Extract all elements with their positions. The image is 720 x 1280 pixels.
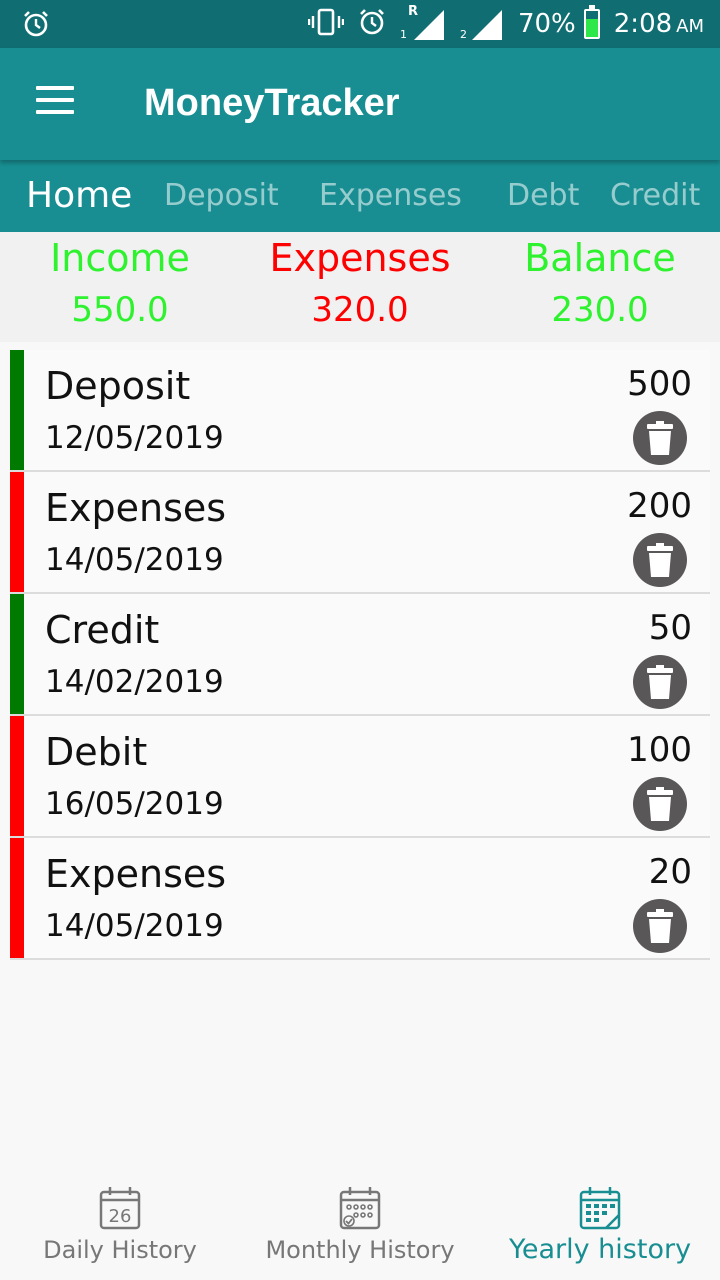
- battery-percent: 70%: [517, 9, 576, 39]
- balance-label: Balance: [524, 236, 676, 280]
- expenses-value: 320.0: [311, 290, 409, 330]
- tab-expenses[interactable]: Expenses: [319, 160, 462, 232]
- transaction-row[interactable]: Debit 16/05/2019 100: [10, 716, 710, 838]
- tab-credit[interactable]: Credit: [610, 160, 700, 232]
- transaction-list: Deposit 12/05/2019 500 Expenses 14/05/20…: [10, 350, 710, 960]
- income-label: Income: [50, 236, 190, 280]
- delete-button[interactable]: [633, 899, 687, 953]
- transaction-title: Expenses: [45, 486, 227, 530]
- transaction-title: Deposit: [45, 364, 191, 408]
- expenses-label: Expenses: [269, 236, 451, 280]
- sim2-index: 2: [459, 28, 467, 41]
- menu-line: [36, 86, 74, 90]
- signal-sim2-icon: 2: [460, 6, 504, 42]
- transaction-date: 14/05/2019: [45, 542, 224, 578]
- nav-daily-history[interactable]: 26 Daily History: [0, 1170, 240, 1280]
- income-value: 550.0: [71, 290, 169, 330]
- trash-icon: [647, 543, 673, 577]
- type-indicator: [10, 594, 24, 714]
- alarm-icon: [358, 8, 386, 40]
- transaction-row[interactable]: Expenses 14/05/2019 200: [10, 472, 710, 594]
- transaction-amount: 500: [627, 364, 692, 404]
- nav-monthly-label: Monthly History: [265, 1236, 455, 1264]
- type-indicator: [10, 716, 24, 836]
- transaction-row[interactable]: Expenses 14/05/2019 20: [10, 838, 710, 960]
- transaction-amount: 50: [648, 608, 692, 648]
- transaction-date: 16/05/2019: [45, 786, 224, 822]
- transaction-title: Expenses: [45, 852, 227, 896]
- delete-button[interactable]: [633, 533, 687, 587]
- transaction-date: 12/05/2019: [45, 420, 224, 456]
- nav-yearly-history[interactable]: Yearly history: [480, 1170, 720, 1280]
- alarm-icon: [22, 10, 50, 42]
- delete-button[interactable]: [633, 411, 687, 465]
- sim1-index: 1: [399, 28, 407, 41]
- trash-icon: [647, 909, 673, 943]
- type-indicator: [10, 472, 24, 592]
- nav-daily-label: Daily History: [43, 1236, 197, 1264]
- expenses-summary: Expenses 320.0: [240, 232, 480, 330]
- menu-line: [36, 110, 74, 114]
- nav-monthly-history[interactable]: Monthly History: [240, 1170, 480, 1280]
- calendar-month-icon: [339, 1187, 381, 1230]
- transaction-amount: 20: [648, 852, 692, 892]
- transaction-row[interactable]: Deposit 12/05/2019 500: [10, 350, 710, 472]
- app-title: MoneyTracker: [144, 82, 400, 124]
- trash-icon: [647, 421, 673, 455]
- transaction-date: 14/05/2019: [45, 908, 224, 944]
- transaction-title: Credit: [45, 608, 160, 652]
- calendar-day-icon: 26: [99, 1187, 141, 1230]
- trash-icon: [647, 787, 673, 821]
- tab-deposit[interactable]: Deposit: [164, 160, 279, 232]
- clock-time: 2:08: [613, 9, 673, 39]
- tab-bar: Home Deposit Expenses Debt Credit: [0, 160, 720, 232]
- transaction-date: 14/02/2019: [45, 664, 224, 700]
- nav-yearly-label: Yearly history: [508, 1234, 692, 1265]
- trash-icon: [647, 665, 673, 699]
- delete-button[interactable]: [633, 777, 687, 831]
- clock-ampm: AM: [676, 16, 704, 37]
- type-indicator: [10, 350, 24, 470]
- type-indicator: [10, 838, 24, 958]
- battery-icon: [583, 5, 600, 39]
- transaction-title: Debit: [45, 730, 148, 774]
- bottom-navigation: 26 Daily History Monthly History Yearly …: [0, 1170, 720, 1280]
- clock: 2:08 AM: [614, 9, 704, 39]
- balance-summary: Balance 230.0: [480, 232, 720, 330]
- transaction-amount: 100: [627, 730, 692, 770]
- app-bar: MoneyTracker: [0, 48, 720, 160]
- vibrate-icon: [307, 8, 345, 40]
- menu-line: [36, 98, 74, 102]
- transaction-row[interactable]: Credit 14/02/2019 50: [10, 594, 710, 716]
- tab-home[interactable]: Home: [26, 160, 132, 232]
- delete-button[interactable]: [633, 655, 687, 709]
- balance-value: 230.0: [551, 290, 649, 330]
- hamburger-menu-button[interactable]: [36, 86, 76, 120]
- signal-sim1-icon: R 1: [399, 4, 446, 42]
- transaction-amount: 200: [627, 486, 692, 526]
- status-bar: R 1 2 70% 2:08 AM: [0, 0, 720, 48]
- calendar-year-icon: [579, 1187, 621, 1230]
- summary-panel: Income 550.0 Expenses 320.0 Balance 230.…: [0, 232, 720, 342]
- calendar-day-number: 26: [109, 1206, 132, 1227]
- income-summary: Income 550.0: [0, 232, 240, 330]
- tab-debt[interactable]: Debt: [507, 160, 579, 232]
